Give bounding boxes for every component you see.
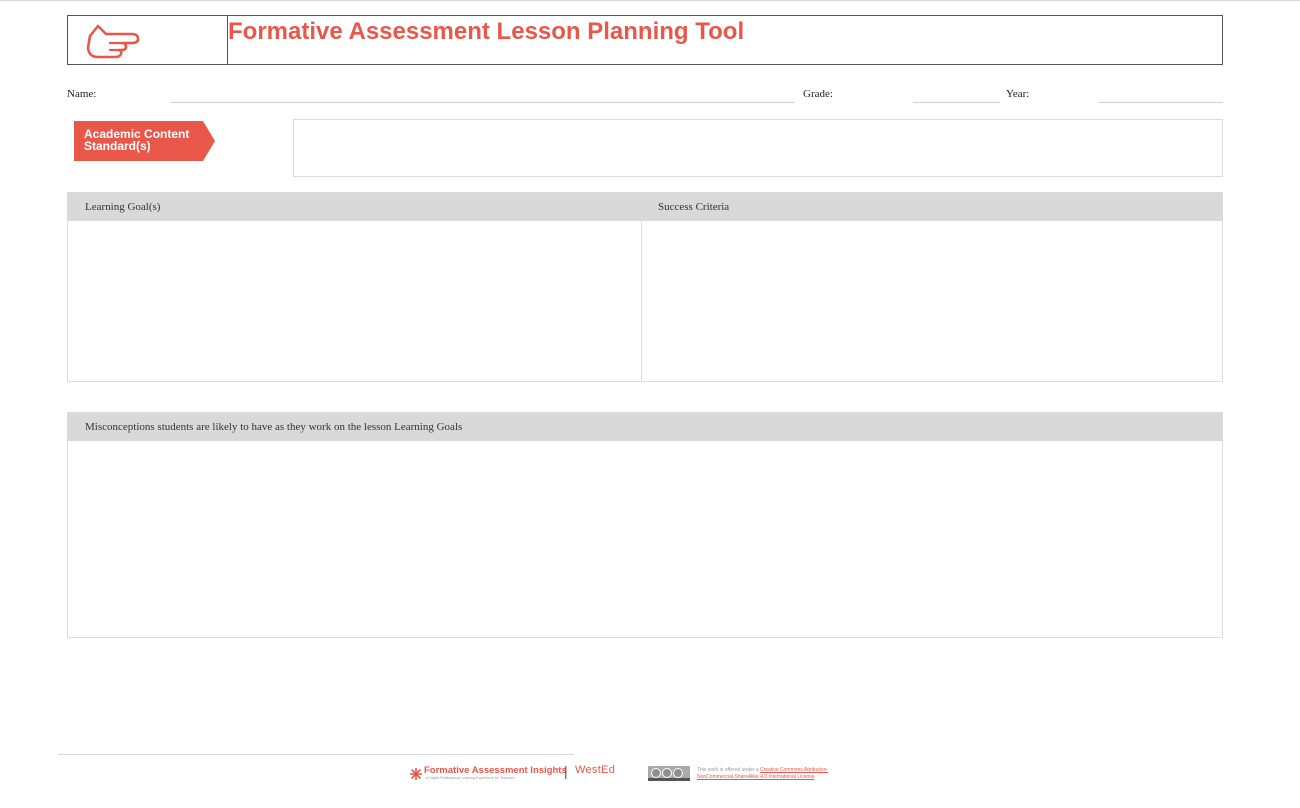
learning-goals-input[interactable] [68,221,641,381]
icon-cell [68,16,228,64]
name-field[interactable] [170,102,795,103]
misconceptions-panel-header: Misconceptions students are likely to ha… [68,413,1222,441]
grade-field[interactable] [913,102,1000,103]
misconceptions-panel: Misconceptions students are likely to ha… [67,412,1223,638]
learning-goals-heading: Learning Goal(s) [85,201,161,213]
pointing-hand-icon [86,24,140,59]
year-field[interactable] [1098,102,1223,103]
success-criteria-input[interactable] [642,221,1222,381]
cc-license-badge-icon[interactable] [648,766,690,781]
grade-label: Grade: [803,88,833,100]
license-link[interactable]: Creative Commons Attribution- [760,767,828,773]
footer-rule [58,754,574,755]
standards-tag: Academic Content Standard(s) [74,121,215,161]
license-prefix: This work is offered under a [697,767,759,773]
success-criteria-heading: Success Criteria [658,201,730,213]
goals-criteria-panel: Learning Goal(s) Success Criteria [67,192,1223,382]
footer: Formative Assessment Insights A Digital … [0,763,1300,789]
fai-brand-name: Formative Assessment Insights [424,765,567,776]
name-label: Name: [67,88,97,100]
license-text: This work is offered under a Creative Co… [697,767,828,781]
footer-separator: | [564,763,568,779]
misconceptions-heading: Misconceptions students are likely to ha… [85,421,463,433]
page-title: Formative Assessment Lesson Planning Too… [228,18,745,45]
title-banner: Formative Assessment Lesson Planning Too… [67,15,1223,65]
standards-input-box[interactable] [293,119,1223,177]
top-rule [0,0,1300,1]
fai-tagline: A Digital Professional Learning Experien… [426,776,515,780]
standards-tag-label: Academic Content Standard(s) [84,127,190,153]
wested-logo: WestEd [575,764,616,776]
goals-panel-header: Learning Goal(s) Success Criteria [68,193,1222,221]
license-link-line2[interactable]: NonCommercial-ShareAlike 4.0 Internation… [697,774,815,780]
starburst-icon [410,768,422,780]
misconceptions-input[interactable] [68,441,1222,637]
year-label: Year: [1006,88,1030,100]
